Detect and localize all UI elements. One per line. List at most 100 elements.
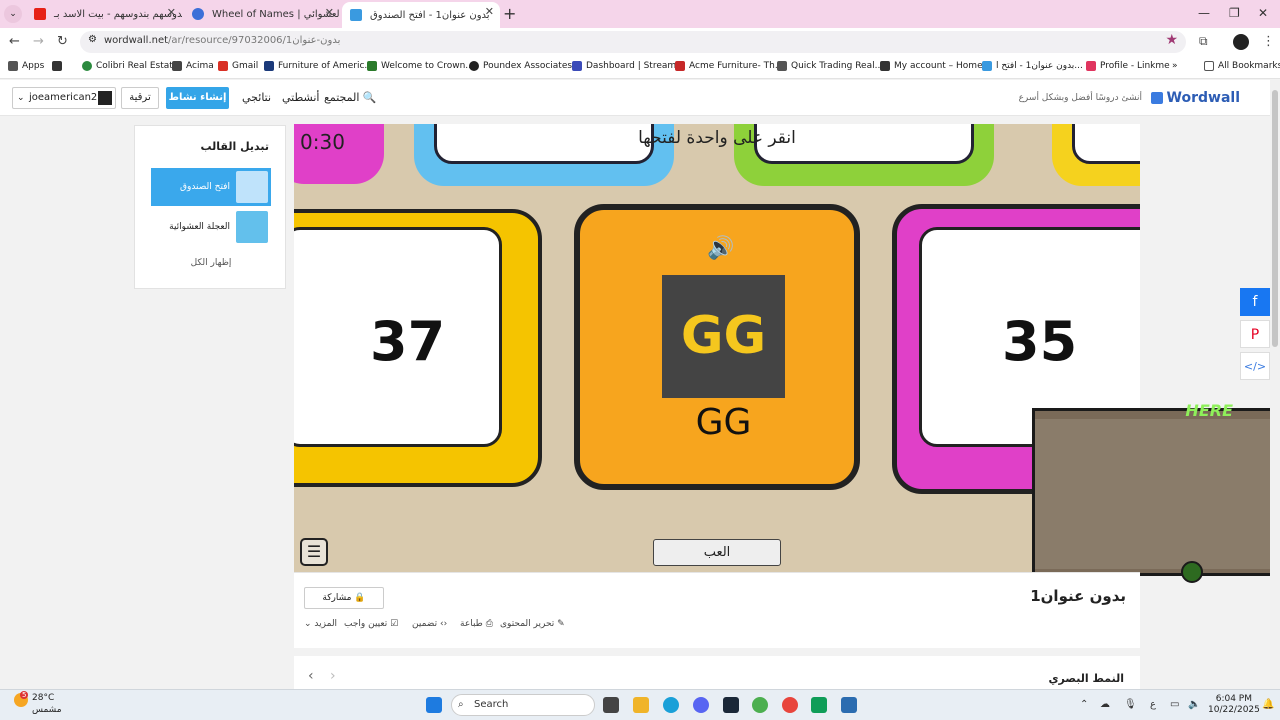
- scrollbar-thumb[interactable]: [1272, 90, 1278, 347]
- url-path: /ar/resource/97032006/1بدون-عنوان: [168, 35, 341, 46]
- edit-content-link[interactable]: تحرير المحتوى ✎: [500, 619, 565, 629]
- webcam-feed: [1035, 419, 1277, 569]
- app-icon[interactable]: [841, 697, 857, 713]
- bookmark-quicktrading[interactable]: Quick Trading Real...: [777, 61, 883, 71]
- browser-tab-wheel[interactable]: Wheel of Names | سم العشوائي ✕: [184, 3, 340, 25]
- next-arrow-icon[interactable]: ›: [330, 668, 336, 684]
- close-tab-icon[interactable]: ✕: [167, 6, 176, 19]
- action-label: طباعة: [460, 619, 483, 629]
- task-view-icon[interactable]: [603, 697, 619, 713]
- extensions-icon[interactable]: ⧉: [1199, 34, 1208, 49]
- windows-taskbar: 5 28°C مشمس ⌕ Search ⌃ ☁ 🎙 ع ▭ 🔈 6:04 PM 1…: [0, 689, 1280, 720]
- file-explorer-icon[interactable]: [633, 697, 649, 713]
- language-indicator[interactable]: ع: [1150, 699, 1156, 710]
- bookmark-apps[interactable]: Apps: [8, 61, 44, 71]
- print-link[interactable]: طباعة ⎙: [460, 619, 493, 629]
- back-icon[interactable]: ←: [9, 34, 20, 49]
- url-text: wordwall.net/ar/resource/97032006/1بدون-…: [104, 35, 340, 46]
- steam-icon[interactable]: [723, 697, 739, 713]
- volume-icon[interactable]: 🔈: [1188, 699, 1200, 710]
- close-window-button[interactable]: ✕: [1258, 6, 1268, 20]
- nav-my-activities[interactable]: أنشطتي: [282, 91, 319, 104]
- browser-menu-icon[interactable]: ⋮: [1262, 34, 1275, 49]
- bookmark-acme[interactable]: Acme Furniture- Th...: [675, 61, 783, 71]
- bookmark-colibri[interactable]: Colibri Real Estate: [82, 61, 178, 71]
- prev-arrow-icon[interactable]: ‹: [308, 668, 314, 684]
- share-button[interactable]: مشاركة 🔒: [304, 587, 384, 609]
- bookmark-star-icon[interactable]: ★: [1165, 32, 1178, 48]
- speaker-icon[interactable]: 🔊: [707, 236, 734, 261]
- switcher-title: تبديل القالب: [200, 140, 269, 153]
- bookmark-grid[interactable]: [52, 61, 66, 71]
- activity-info: بدون عنوان1 مشاركة 🔒 تحرير المحتوى ✎ طبا…: [294, 572, 1140, 648]
- restore-button[interactable]: ❐: [1229, 6, 1240, 20]
- template-open-the-box[interactable]: افتح الصندوق: [151, 168, 271, 206]
- wheel-icon: [192, 8, 204, 20]
- template-random-wheel[interactable]: العجلة العشوائية: [151, 208, 271, 246]
- pinterest-share-icon[interactable]: P: [1240, 320, 1270, 348]
- browser-tab-youtube[interactable]: بندوسهم بندوسهم - بيت الاسد بـ ✕: [26, 3, 182, 25]
- notifications-icon[interactable]: 🔔: [1262, 699, 1274, 710]
- browser-tab-wordwall[interactable]: بدون عنوان1 - افتح الصندوق ✕: [342, 2, 500, 28]
- forward-icon[interactable]: →: [33, 34, 44, 49]
- embed-link[interactable]: تضمين ‹›: [412, 619, 447, 629]
- windows-start-icon[interactable]: [426, 697, 442, 713]
- bookmark-linkme[interactable]: Profile - Linkme: [1086, 61, 1170, 71]
- tab-search-button[interactable]: ⌄: [4, 5, 22, 23]
- template-switcher: تبديل القالب افتح الصندوق العجلة العشوائ…: [134, 125, 286, 289]
- bookmark-label: Poundex Associates...: [483, 61, 581, 71]
- bookmarks-overflow-icon[interactable]: »: [1172, 61, 1178, 71]
- bookmark-acima[interactable]: Acima: [172, 61, 214, 71]
- weather-widget[interactable]: 5 28°C مشمس: [14, 691, 62, 715]
- nav-community[interactable]: المجتمع 🔍: [324, 91, 377, 104]
- app-icon[interactable]: [811, 697, 827, 713]
- show-all-link[interactable]: إظهار الكل: [135, 258, 287, 268]
- set-assignment-link[interactable]: تعيين واجب ☑: [344, 619, 398, 629]
- nav-my-results[interactable]: نتائجي: [242, 91, 271, 104]
- clock[interactable]: 6:04 PM 10/22/2025: [1208, 694, 1260, 716]
- site-info-icon[interactable]: ⚙: [88, 34, 97, 45]
- bookmark-poundex[interactable]: Poundex Associates...: [469, 61, 581, 71]
- tab-title: بندوسهم بندوسهم - بيت الاسد بـ: [54, 8, 182, 20]
- all-bookmarks[interactable]: All Bookmarks: [1204, 61, 1280, 71]
- new-tab-button[interactable]: +: [503, 4, 516, 23]
- bookmark-crown[interactable]: Welcome to Crown...: [367, 61, 474, 71]
- visual-style-title: النمط البصري: [1048, 672, 1124, 685]
- chrome-icon[interactable]: [752, 697, 768, 713]
- upgrade-button[interactable]: ترقية: [121, 87, 159, 109]
- bookmark-furniture[interactable]: Furniture of Americ...: [264, 61, 373, 71]
- url-domain: wordwall.net: [104, 35, 169, 46]
- minimize-button[interactable]: —: [1198, 6, 1210, 20]
- cloud-icon[interactable]: ☁: [1100, 699, 1110, 710]
- address-bar[interactable]: ⚙ wordwall.net/ar/resource/97032006/1بدو…: [80, 31, 1186, 53]
- embed-code-icon[interactable]: </>: [1240, 352, 1270, 380]
- chevron-up-icon[interactable]: ⌃: [1080, 699, 1088, 710]
- discord-icon[interactable]: [693, 697, 709, 713]
- play-button[interactable]: العب: [653, 539, 781, 566]
- facebook-share-icon[interactable]: f: [1240, 288, 1270, 316]
- game-canvas[interactable]: 0:30 انقر على واحدة لفتحها 37 🔊 GG GG 35…: [294, 124, 1140, 572]
- bookmark-wordwall[interactable]: بدون عنوان1 - افتح ا...: [982, 61, 1083, 71]
- acima-icon: [172, 61, 182, 71]
- close-tab-icon[interactable]: ✕: [485, 5, 494, 18]
- game-menu-button[interactable]: ☰: [300, 538, 328, 566]
- bookmark-gmail[interactable]: Gmail: [218, 61, 258, 71]
- chrome-profile-icon[interactable]: [782, 697, 798, 713]
- network-icon[interactable]: ▭: [1170, 699, 1179, 710]
- bookmark-dashboard[interactable]: Dashboard | Stream...: [572, 61, 685, 71]
- user-menu[interactable]: ⌄ joeamerican21: [12, 87, 116, 109]
- profile-avatar[interactable]: [1233, 34, 1249, 50]
- bookmark-myaccount[interactable]: My account – Home...: [880, 61, 991, 71]
- close-tab-icon[interactable]: ✕: [325, 6, 334, 19]
- more-link[interactable]: ⌄ المزيد: [304, 619, 337, 629]
- card-value-right: 35: [1002, 310, 1078, 373]
- bookmark-label: Acme Furniture- Th...: [689, 61, 784, 71]
- taskbar-search[interactable]: ⌕ Search: [451, 694, 595, 716]
- reload-icon[interactable]: ↻: [57, 34, 68, 49]
- page-scrollbar[interactable]: [1270, 80, 1280, 689]
- create-activity-button[interactable]: إنشاء نشاط: [166, 87, 229, 109]
- wordwall-logo[interactable]: Wordwall: [1150, 90, 1240, 106]
- microphone-icon[interactable]: 🎙: [1124, 699, 1137, 710]
- edge-icon[interactable]: [663, 697, 679, 713]
- logo-text: Wordwall: [1166, 90, 1240, 106]
